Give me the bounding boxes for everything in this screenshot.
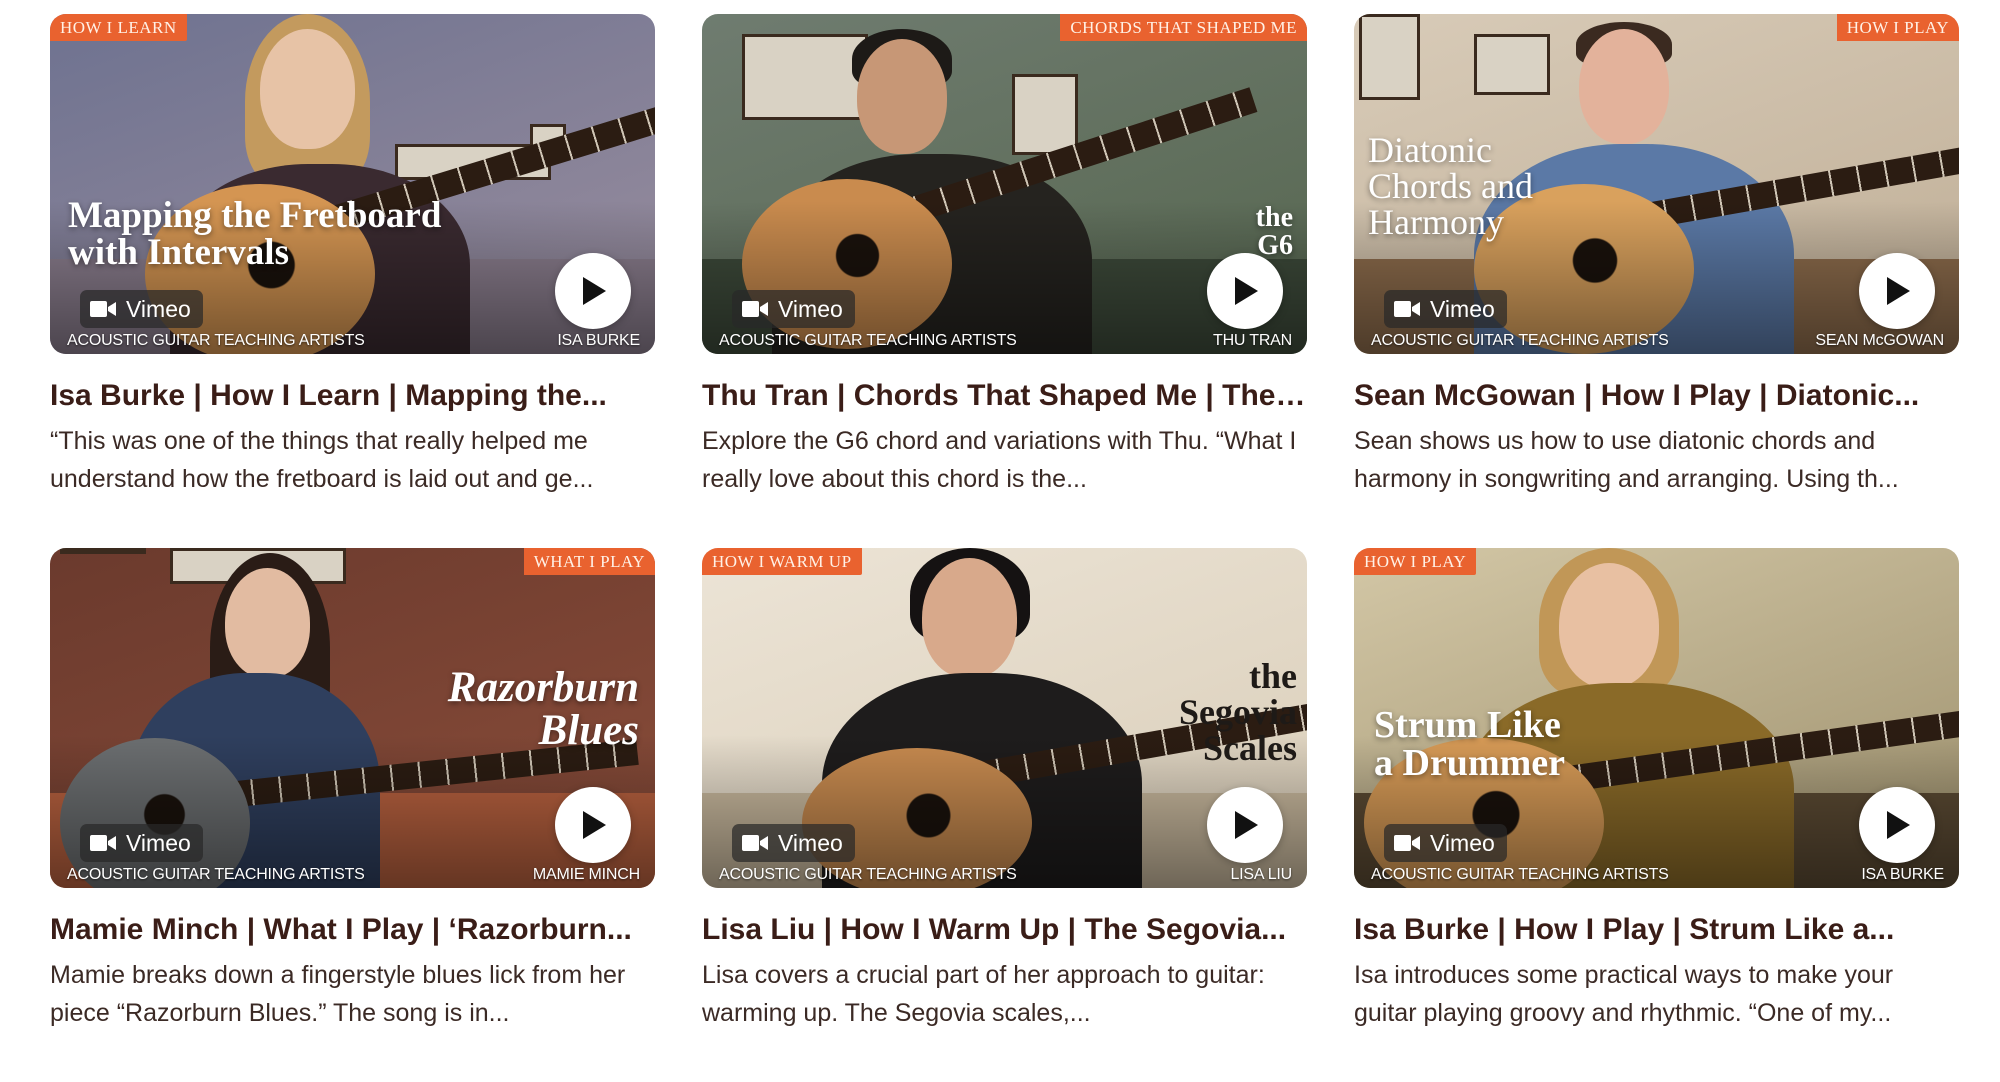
video-title-link[interactable]: Isa Burke | How I Learn | Mapping the...	[50, 376, 655, 416]
vimeo-badge: Vimeo	[1384, 290, 1507, 328]
vimeo-badge: Vimeo	[80, 290, 203, 328]
video-title-link[interactable]: Lisa Liu | How I Warm Up | The Segovia..…	[702, 910, 1307, 950]
play-icon	[583, 811, 606, 839]
vimeo-badge: Vimeo	[80, 824, 203, 862]
thumbnail-footer: ACOUSTIC GUITAR TEACHING ARTISTS SEAN Mc…	[1354, 328, 1959, 354]
play-button[interactable]	[555, 787, 631, 863]
thumbnail-footer: ACOUSTIC GUITAR TEACHING ARTISTS ISA BUR…	[50, 328, 655, 354]
thumbnail-footer: ACOUSTIC GUITAR TEACHING ARTISTS ISA BUR…	[1354, 862, 1959, 888]
video-description: “This was one of the things that really …	[50, 427, 594, 493]
artist-label: THU TRAN	[1213, 332, 1292, 349]
video-thumbnail[interactable]: HOW I PLAY Strum Like a Drummer Vimeo AC…	[1354, 548, 1959, 888]
video-description: Lisa covers a crucial part of her approa…	[702, 961, 1265, 1027]
play-button[interactable]	[1859, 787, 1935, 863]
play-button[interactable]	[1207, 787, 1283, 863]
video-description: Isa introduces some practical ways to ma…	[1354, 961, 1894, 1027]
artist-label: ISA BURKE	[557, 332, 640, 349]
video-title-link[interactable]: Sean McGowan | How I Play | Diatonic...	[1354, 376, 1959, 416]
video-overlay-title: the G6	[1255, 202, 1293, 261]
video-thumbnail[interactable]: HOW I PLAY Diatonic Chords and Harmony V…	[1354, 14, 1959, 354]
video-overlay-title: the Segovia Scales	[1178, 656, 1297, 768]
video-overlay-title: Diatonic Chords and Harmony	[1368, 130, 1533, 242]
video-title-link[interactable]: Thu Tran | Chords That Shaped Me | The G…	[702, 376, 1307, 416]
video-camera-icon	[1394, 300, 1420, 318]
video-camera-icon	[742, 834, 768, 852]
category-tag: HOW I PLAY	[1354, 548, 1477, 575]
thumbnail-footer: ACOUSTIC GUITAR TEACHING ARTISTS MAMIE M…	[50, 862, 655, 888]
category-tag: CHORDS THAT SHAPED ME	[1060, 14, 1307, 41]
vimeo-label: Vimeo	[1430, 829, 1495, 856]
video-camera-icon	[742, 300, 768, 318]
category-tag: WHAT I PLAY	[523, 548, 655, 575]
video-title-link[interactable]: Isa Burke | How I Play | Strum Like a...	[1354, 910, 1959, 950]
video-description: Explore the G6 chord and variations with…	[702, 427, 1297, 493]
artist-label: SEAN McGOWAN	[1815, 332, 1944, 349]
play-icon	[1887, 277, 1910, 305]
play-icon	[1235, 277, 1258, 305]
video-overlay-title: Razorburn Blues	[447, 664, 639, 754]
publisher-label: ACOUSTIC GUITAR TEACHING ARTISTS	[67, 866, 365, 883]
video-title-link[interactable]: Mamie Minch | What I Play | ‘Razorburn..…	[50, 910, 655, 950]
publisher-label: ACOUSTIC GUITAR TEACHING ARTISTS	[719, 332, 1017, 349]
vimeo-label: Vimeo	[778, 829, 843, 856]
video-thumbnail[interactable]: HOW I LEARN Mapping the Fretboard with I…	[50, 14, 655, 354]
category-tag: HOW I PLAY	[1836, 14, 1959, 41]
vimeo-label: Vimeo	[778, 295, 843, 322]
video-overlay-title: Strum Like a Drummer	[1374, 704, 1565, 784]
vimeo-label: Vimeo	[126, 295, 191, 322]
artist-label: ISA BURKE	[1861, 866, 1944, 883]
vimeo-badge: Vimeo	[732, 824, 855, 862]
play-icon	[583, 277, 606, 305]
video-thumbnail[interactable]: HOW I WARM UP the Segovia Scales Vimeo A…	[702, 548, 1307, 888]
video-overlay-title: Mapping the Fretboard with Intervals	[68, 195, 442, 273]
vimeo-badge: Vimeo	[1384, 824, 1507, 862]
play-button[interactable]	[1859, 253, 1935, 329]
video-card-3: HOW I PLAY Diatonic Chords and Harmony V…	[1354, 14, 1959, 504]
video-thumbnail[interactable]: CHORDS THAT SHAPED ME the G6 Vimeo ACOUS…	[702, 14, 1307, 354]
video-grid: HOW I LEARN Mapping the Fretboard with I…	[50, 14, 1959, 1038]
video-thumbnail[interactable]: WHAT I PLAY Razorburn Blues Vimeo ACOUST…	[50, 548, 655, 888]
thumbnail-footer: ACOUSTIC GUITAR TEACHING ARTISTS THU TRA…	[702, 328, 1307, 354]
video-camera-icon	[1394, 834, 1420, 852]
video-card-4: WHAT I PLAY Razorburn Blues Vimeo ACOUST…	[50, 548, 655, 1038]
video-card-2: CHORDS THAT SHAPED ME the G6 Vimeo ACOUS…	[702, 14, 1307, 504]
artist-label: LISA LIU	[1230, 866, 1292, 883]
publisher-label: ACOUSTIC GUITAR TEACHING ARTISTS	[1371, 866, 1669, 883]
publisher-label: ACOUSTIC GUITAR TEACHING ARTISTS	[67, 332, 365, 349]
publisher-label: ACOUSTIC GUITAR TEACHING ARTISTS	[719, 866, 1017, 883]
vimeo-label: Vimeo	[126, 829, 191, 856]
play-button[interactable]	[555, 253, 631, 329]
video-description: Mamie breaks down a fingerstyle blues li…	[50, 961, 626, 1027]
play-icon	[1235, 811, 1258, 839]
vimeo-badge: Vimeo	[732, 290, 855, 328]
video-card-6: HOW I PLAY Strum Like a Drummer Vimeo AC…	[1354, 548, 1959, 1038]
play-button[interactable]	[1207, 253, 1283, 329]
play-icon	[1887, 811, 1910, 839]
video-card-5: HOW I WARM UP the Segovia Scales Vimeo A…	[702, 548, 1307, 1038]
category-tag: HOW I LEARN	[50, 14, 187, 41]
video-camera-icon	[90, 834, 116, 852]
video-card-1: HOW I LEARN Mapping the Fretboard with I…	[50, 14, 655, 504]
video-camera-icon	[90, 300, 116, 318]
artist-label: MAMIE MINCH	[532, 866, 640, 883]
publisher-label: ACOUSTIC GUITAR TEACHING ARTISTS	[1371, 332, 1669, 349]
category-tag: HOW I WARM UP	[702, 548, 862, 575]
thumbnail-footer: ACOUSTIC GUITAR TEACHING ARTISTS LISA LI…	[702, 862, 1307, 888]
vimeo-label: Vimeo	[1430, 295, 1495, 322]
video-description: Sean shows us how to use diatonic chords…	[1354, 427, 1899, 493]
